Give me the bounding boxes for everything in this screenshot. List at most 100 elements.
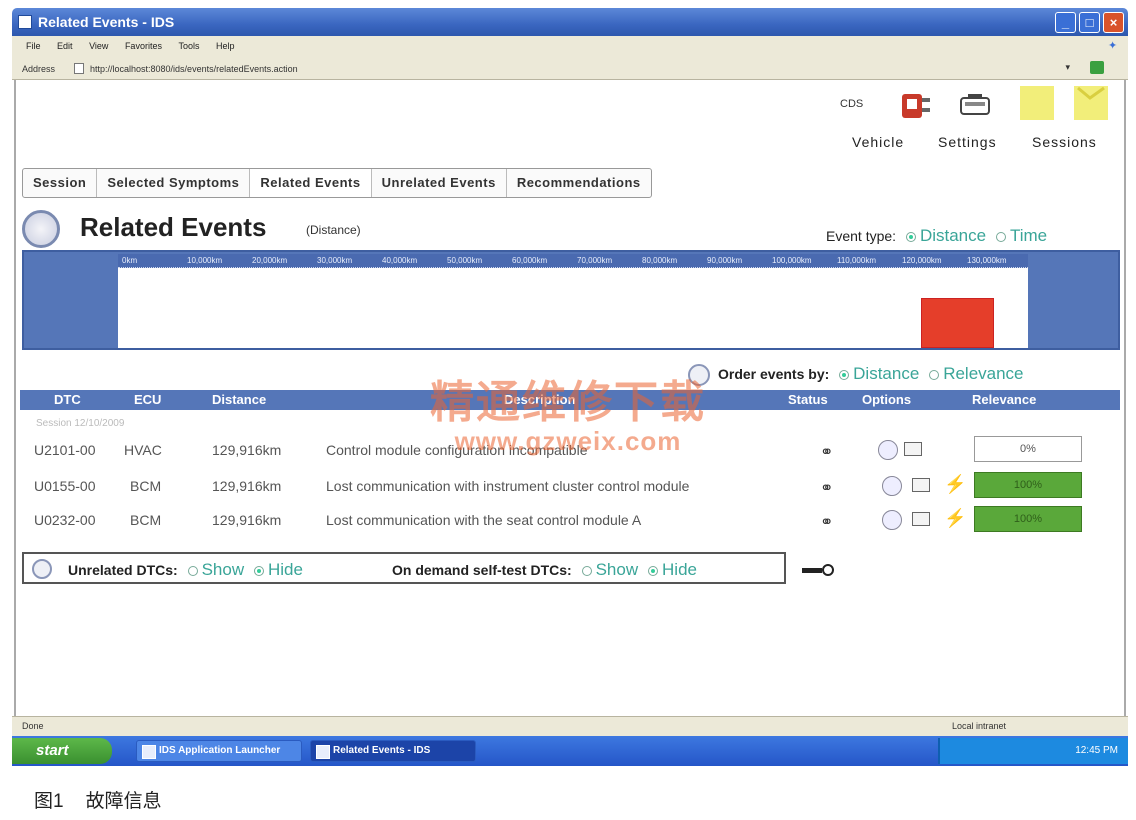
info-icon[interactable] (878, 440, 898, 460)
menu-favorites[interactable]: Favorites (125, 41, 162, 51)
col-options[interactable]: Options (862, 392, 911, 407)
unrelated-hide-radio[interactable] (254, 566, 264, 577)
table-row[interactable]: U0155-00 BCM 129,916km Lost communicatio… (20, 472, 1120, 500)
vehicle-icon[interactable] (898, 88, 934, 122)
row-description: Control module configuration incompatibl… (326, 442, 588, 458)
freeze-frame-icon[interactable] (912, 512, 930, 526)
freeze-frame-icon[interactable] (912, 478, 930, 492)
menu-view[interactable]: View (89, 41, 108, 51)
timeline-tick-label: 0km (122, 256, 138, 265)
sessions-icon[interactable] (1020, 84, 1110, 122)
table-row[interactable]: U0232-00 BCM 129,916km Lost communicatio… (20, 506, 1120, 534)
start-button[interactable]: start (12, 738, 112, 764)
order-distance-option[interactable]: Distance (853, 364, 919, 383)
tab-recommendations[interactable]: Recommendations (507, 169, 651, 197)
event-type-time-option[interactable]: Time (1010, 226, 1047, 245)
event-type-time-radio[interactable] (995, 232, 1006, 243)
address-dropdown-icon[interactable]: ▾ (1065, 62, 1070, 73)
timeline-tick-label: 130,000km (967, 256, 1007, 265)
order-relevance-option[interactable]: Relevance (943, 364, 1023, 383)
lightning-icon[interactable]: ⚡ (944, 508, 966, 529)
lightning-icon[interactable]: ⚡ (944, 474, 966, 495)
col-dtc[interactable]: DTC (54, 392, 81, 407)
ondemand-show-radio[interactable] (581, 566, 592, 577)
col-status[interactable]: Status (788, 392, 828, 407)
figure-caption: 图1 故障信息 (34, 786, 184, 813)
row-dtc: U0155-00 (34, 478, 96, 494)
taskbar-item-launcher[interactable]: IDS Application Launcher (136, 740, 302, 762)
page-title: Related Events (80, 212, 267, 242)
zone-text: Local intranet (952, 721, 1007, 731)
freeze-frame-icon[interactable] (904, 442, 922, 456)
page-icon (74, 63, 84, 74)
order-distance-radio[interactable] (839, 370, 850, 381)
unrelated-show-option[interactable]: Show (202, 560, 245, 579)
window-title: Related Events - IDS (38, 14, 175, 30)
event-type-distance-radio[interactable] (905, 232, 916, 243)
address-label: Address (22, 64, 56, 74)
address-input[interactable]: http://localhost:8080/ids/events/related… (90, 64, 298, 74)
distance-timeline: 0km 10,000km 20,000km 30,000km 40,000km 50,00… (22, 250, 1120, 350)
menu-file[interactable]: File (26, 41, 41, 51)
close-button[interactable]: × (1103, 12, 1124, 33)
row-description: Lost communication with instrument clust… (326, 478, 690, 494)
settings-icon[interactable] (958, 92, 992, 120)
help-circle-icon[interactable] (22, 210, 60, 248)
timeline-tick-label: 80,000km (642, 256, 678, 265)
ondemand-dtcs-label: On demand self-test DTCs: (392, 562, 572, 578)
minimize-button[interactable]: _ (1055, 12, 1076, 33)
taskbar-item-related-events[interactable]: Related Events - IDS (310, 740, 476, 762)
figure-number: 图1 (34, 791, 64, 812)
screenshot-root: Related Events - IDS _ □ × File Edit Vie… (0, 0, 1136, 820)
vehicle-label[interactable]: Vehicle (852, 134, 904, 150)
info-icon[interactable] (882, 510, 902, 530)
ondemand-dtcs-filter: On demand self-test DTCs: Show Hide (392, 560, 697, 580)
menu-help[interactable]: Help (216, 41, 235, 51)
filter-help-icon[interactable] (32, 559, 52, 579)
windows-logo-icon: ✦ (1108, 40, 1118, 52)
row-distance: 129,916km (212, 442, 282, 458)
order-by-label: Order events by: (718, 366, 830, 382)
menu-tools[interactable]: Tools (178, 41, 199, 51)
order-help-icon[interactable] (688, 364, 710, 387)
ondemand-show-option[interactable]: Show (596, 560, 639, 579)
cable-icon[interactable] (800, 562, 838, 578)
tab-session[interactable]: Session (23, 169, 98, 197)
tab-unrelated-events[interactable]: Unrelated Events (372, 169, 507, 197)
row-distance: 129,916km (212, 478, 282, 494)
event-type-distance-option[interactable]: Distance (920, 226, 986, 245)
info-icon[interactable] (882, 476, 902, 496)
timeline-tick-label: 100,000km (772, 256, 812, 265)
tab-related-events[interactable]: Related Events (250, 169, 372, 197)
system-tray: 12:45 PM (938, 738, 1128, 764)
ondemand-hide-radio[interactable] (648, 566, 659, 577)
col-description[interactable]: Description (504, 392, 576, 407)
unrelated-dtcs-filter: Unrelated DTCs: Show Hide (68, 560, 303, 580)
session-group-label: Session 12/10/2009 (36, 418, 125, 429)
app-icon (18, 15, 32, 29)
address-bar: Address http://localhost:8080/ids/events… (12, 56, 1128, 80)
relevance-indicator: 0% (974, 436, 1082, 462)
timeline-tick-label: 50,000km (447, 256, 483, 265)
col-relevance[interactable]: Relevance (972, 392, 1036, 407)
sessions-label[interactable]: Sessions (1032, 134, 1097, 150)
unrelated-show-radio[interactable] (187, 566, 198, 577)
go-button[interactable] (1090, 61, 1104, 74)
unrelated-dtcs-label: Unrelated DTCs: (68, 562, 178, 578)
settings-label[interactable]: Settings (938, 134, 997, 150)
maximize-button[interactable]: □ (1079, 12, 1100, 33)
tab-selected-symptoms[interactable]: Selected Symptoms (97, 169, 251, 197)
unrelated-hide-option[interactable]: Hide (268, 560, 303, 579)
col-ecu[interactable]: ECU (134, 392, 161, 407)
table-header: DTC ECU Distance Description Status Opti… (20, 390, 1120, 410)
clock: 12:45 PM (1075, 745, 1118, 756)
ondemand-hide-option[interactable]: Hide (662, 560, 697, 579)
row-distance: 129,916km (212, 512, 282, 528)
col-distance[interactable]: Distance (212, 392, 266, 407)
row-ecu: BCM (130, 478, 162, 494)
timeline-event-bar[interactable] (920, 298, 994, 348)
order-relevance-radio[interactable] (929, 370, 940, 381)
table-row[interactable]: U2101-00 HVAC 129,916km Control module c… (20, 436, 1120, 464)
status-text: Done (22, 721, 44, 731)
menu-edit[interactable]: Edit (57, 41, 73, 51)
